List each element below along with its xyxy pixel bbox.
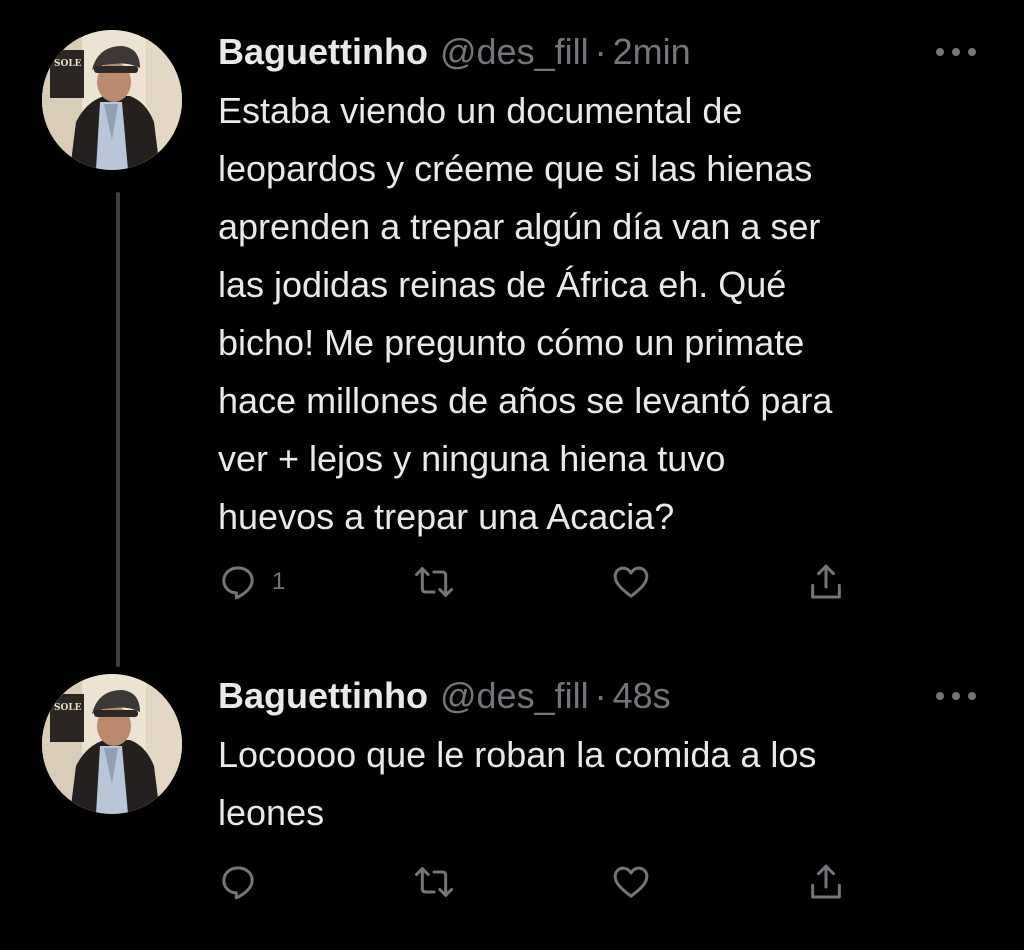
tweet-2[interactable]: SOLE Baguettinho @des_fill · 48s Locoooo…	[0, 660, 1024, 950]
timestamp[interactable]: 2min	[613, 28, 691, 76]
avatar-sign-text: SOLE	[54, 703, 82, 713]
share-button[interactable]	[806, 560, 846, 604]
reply-icon	[218, 562, 258, 602]
tweet-text-line: huevos a trepar una Acacia?	[218, 496, 675, 537]
more-dot	[968, 692, 976, 700]
user-handle[interactable]: @des_fill	[440, 672, 589, 720]
tweet-text: Locoooo que le roban la comida a los leo…	[218, 726, 988, 842]
reply-button[interactable]	[218, 860, 272, 904]
tweet-header: Baguettinho @des_fill · 48s	[218, 672, 671, 720]
tweet-text-line: Estaba viendo un documental de	[218, 90, 743, 131]
more-dot	[952, 48, 960, 56]
display-name[interactable]: Baguettinho	[218, 672, 428, 720]
more-icon[interactable]	[936, 686, 976, 706]
thread-connector-line	[116, 192, 120, 667]
avatar[interactable]: SOLE	[42, 674, 182, 814]
avatar-photo: SOLE	[42, 674, 182, 814]
tweet-text-line: aprenden a trepar algún día van a ser	[218, 206, 821, 247]
more-dot	[936, 692, 944, 700]
reply-button[interactable]: 1	[218, 560, 285, 604]
display-name[interactable]: Baguettinho	[218, 28, 428, 76]
tweet-text: Estaba viendo un documental de leopardos…	[218, 82, 988, 546]
retweet-button[interactable]	[412, 860, 456, 904]
like-button[interactable]	[610, 560, 652, 604]
reply-icon	[218, 862, 258, 902]
heart-icon	[610, 862, 652, 902]
avatar-sign-text: SOLE	[54, 59, 82, 69]
retweet-icon	[412, 562, 456, 602]
tweet-text-line: leones	[218, 792, 325, 833]
avatar[interactable]: SOLE	[42, 30, 182, 170]
user-handle[interactable]: @des_fill	[440, 28, 589, 76]
more-icon[interactable]	[936, 42, 976, 62]
more-dot	[952, 692, 960, 700]
more-dot	[968, 48, 976, 56]
avatar-photo: SOLE	[42, 30, 182, 170]
share-button[interactable]	[806, 860, 846, 904]
separator-dot: ·	[594, 31, 607, 72]
tweet-text-line: ver + lejos y ninguna hiena tuvo	[218, 438, 726, 479]
tweet-1[interactable]: SOLE Baguettinho @des_fill · 2min Estaba…	[0, 0, 1024, 667]
tweet-header: Baguettinho @des_fill · 2min	[218, 28, 691, 76]
reply-count: 1	[272, 568, 286, 595]
tweet-text-line: leopardos y créeme que si las hienas	[218, 148, 813, 189]
retweet-button[interactable]	[412, 560, 456, 604]
tweet-text-line: las jodidas reinas de África eh. Qué	[218, 264, 787, 305]
tweet-text-line: Locoooo que le roban la comida a los	[218, 734, 817, 775]
tweet-actions: 1	[218, 560, 858, 604]
heart-icon	[610, 562, 652, 602]
separator-dot: ·	[594, 675, 607, 716]
share-icon	[806, 861, 846, 903]
retweet-icon	[412, 862, 456, 902]
share-icon	[806, 561, 846, 603]
like-button[interactable]	[610, 860, 652, 904]
tweet-text-line: bicho! Me pregunto cómo un primate	[218, 322, 805, 363]
tweet-text-line: hace millones de años se levantó para	[218, 380, 833, 421]
tweet-actions	[218, 860, 858, 904]
more-dot	[936, 48, 944, 56]
timestamp[interactable]: 48s	[613, 672, 671, 720]
